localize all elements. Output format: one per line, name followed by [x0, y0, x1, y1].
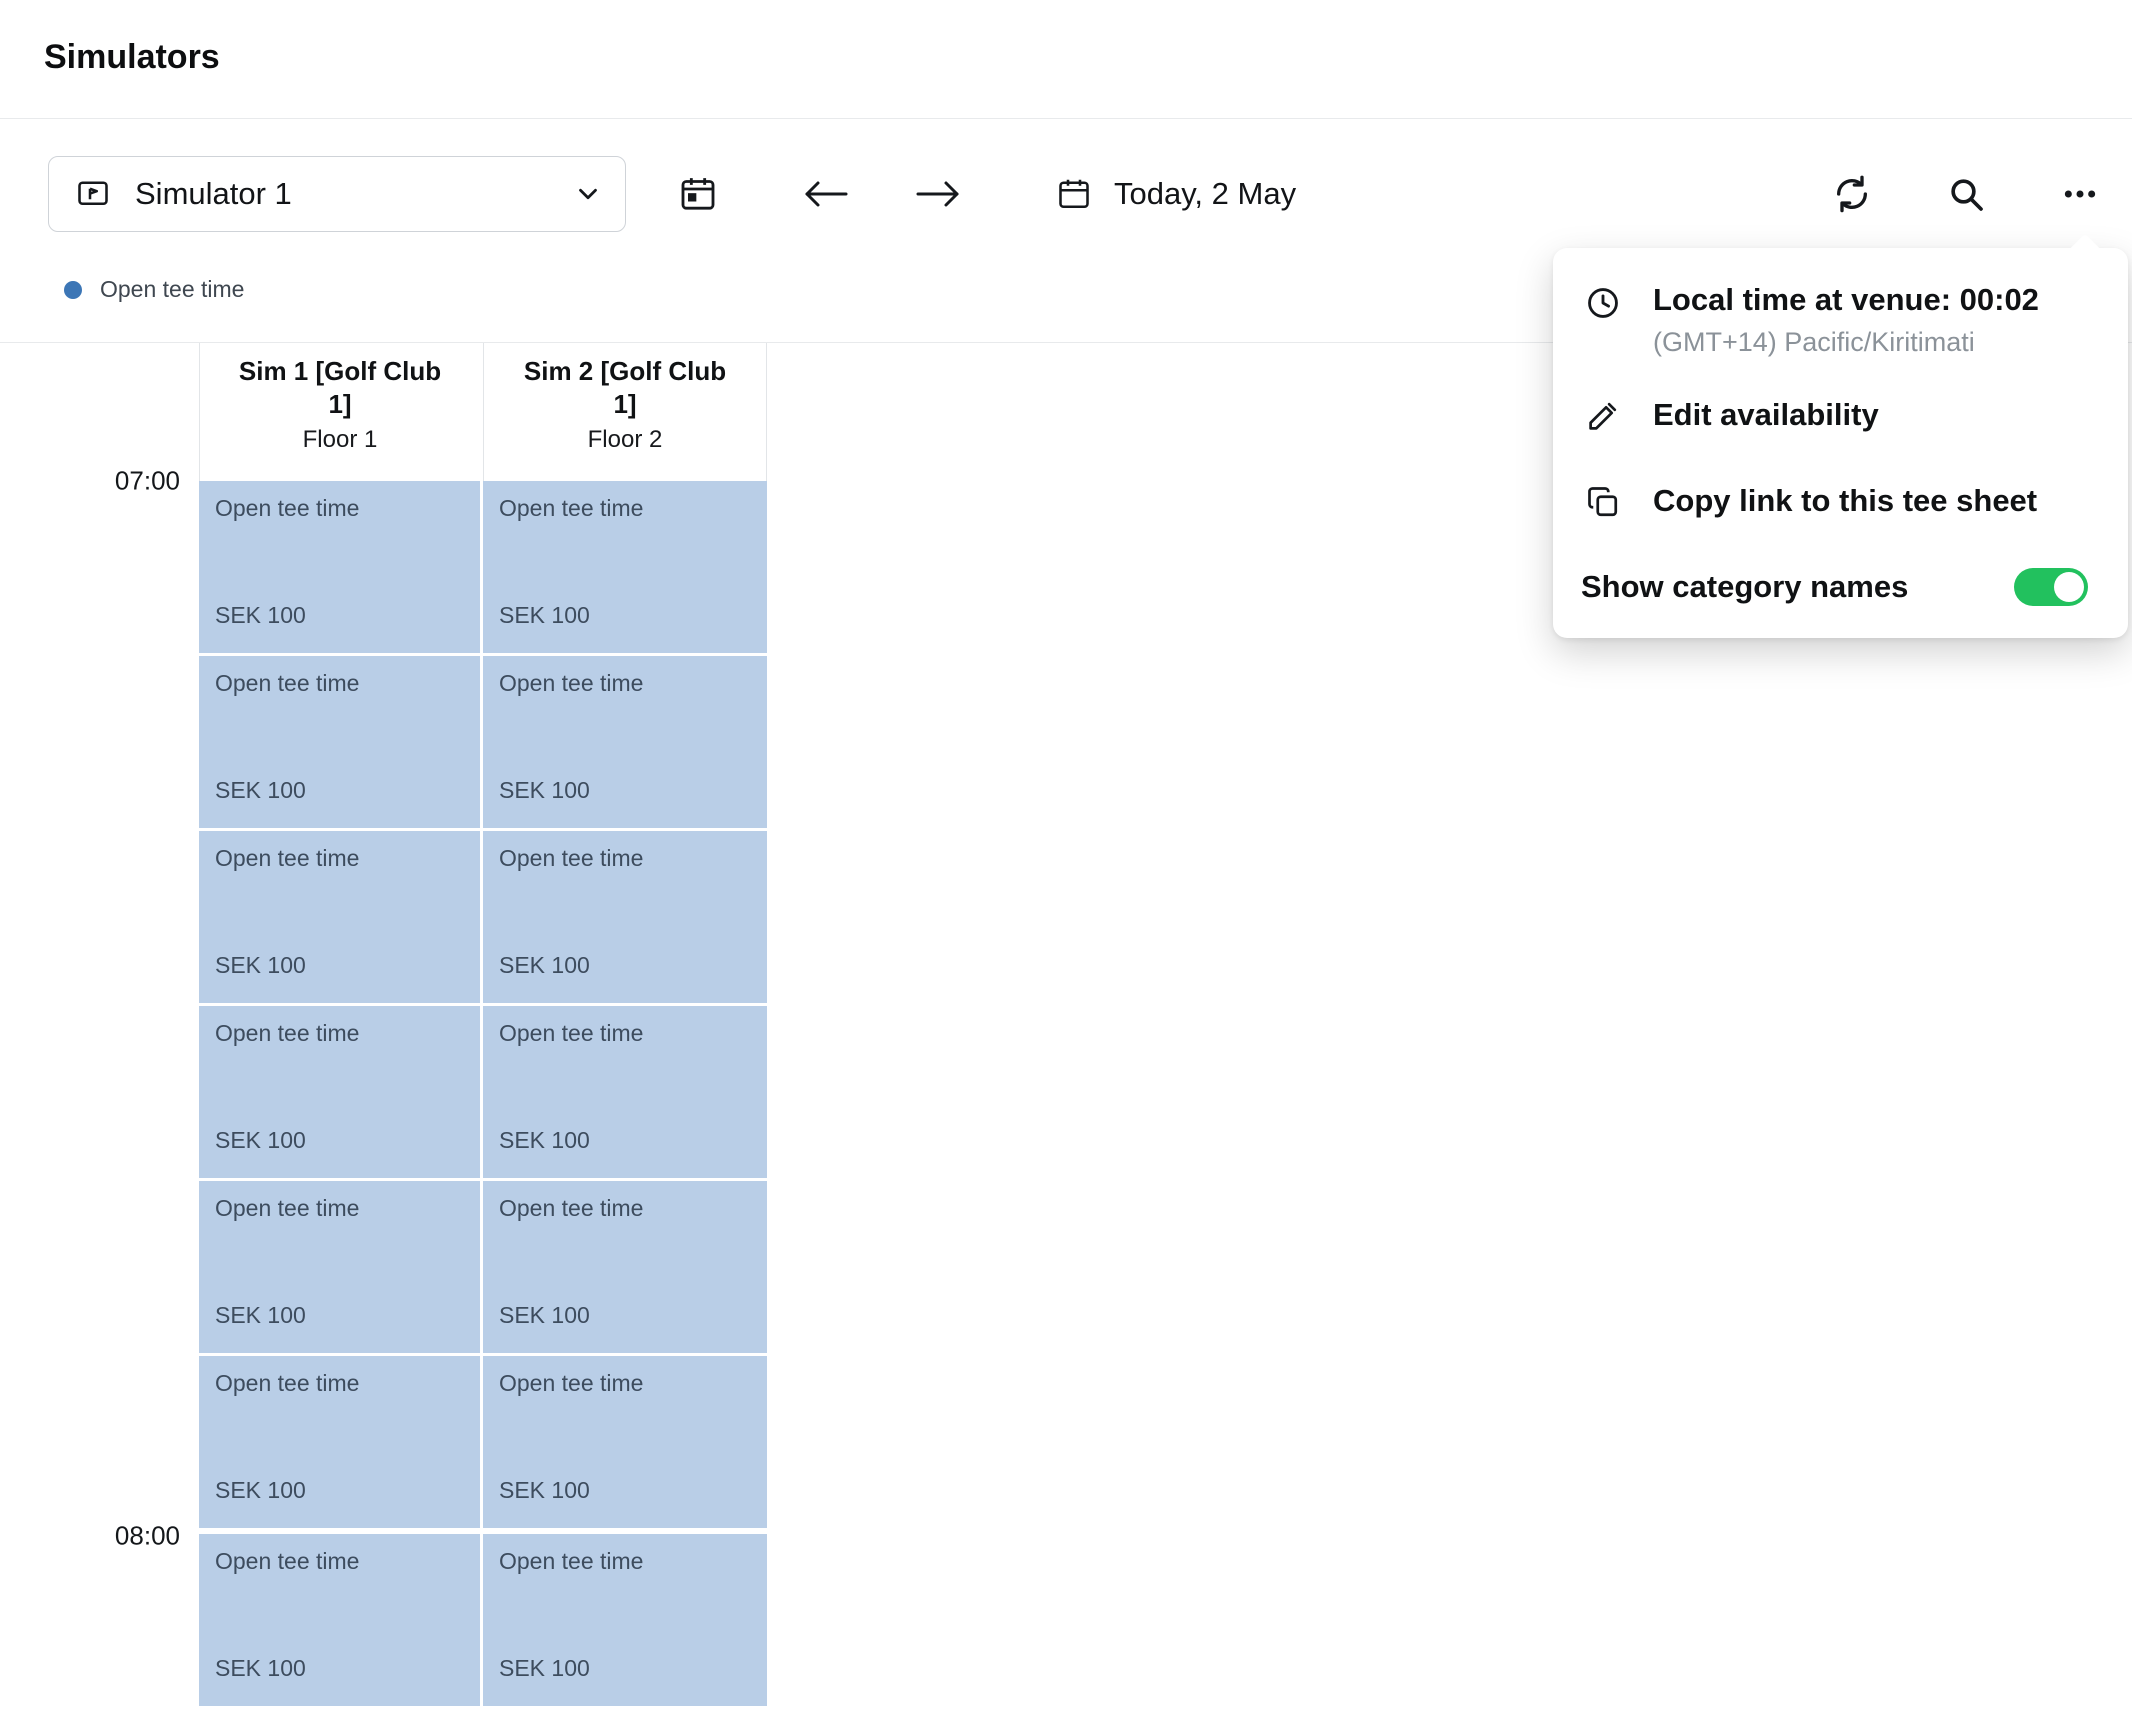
search-icon: [1946, 174, 1986, 214]
open-tee-time-slot[interactable]: Open tee time SEK 100: [483, 656, 767, 828]
sheet-column: Sim 1 [Golf Club 1] Floor 1 Open tee time S…: [199, 343, 480, 1709]
slot-price: SEK 100: [215, 952, 306, 979]
open-tee-time-slot[interactable]: Open tee time SEK 100: [199, 656, 480, 828]
slot-price: SEK 100: [499, 1477, 590, 1504]
toolbar-right: [1824, 162, 2108, 226]
open-tee-time-slot[interactable]: Open tee time SEK 100: [483, 1181, 767, 1353]
open-tee-time-slot[interactable]: Open tee time SEK 100: [483, 481, 767, 653]
chevron-down-icon: [573, 179, 603, 209]
local-time-row: Local time at venue: 00:02 (GMT+14) Paci…: [1581, 268, 2088, 372]
date-display[interactable]: Today, 2 May: [1056, 176, 1296, 212]
slot-label: Open tee time: [215, 1370, 359, 1397]
column-header: Sim 1 [Golf Club 1] Floor 1: [199, 343, 480, 481]
column-title: Sim 2 [Golf Club 1]: [484, 355, 766, 421]
copy-icon: [1581, 482, 1625, 520]
date-label: Today, 2 May: [1114, 176, 1296, 212]
calendar-today-icon: [678, 174, 718, 214]
local-time-text: Local time at venue: 00:02 (GMT+14) Paci…: [1653, 282, 2039, 358]
column-title: Sim 1 [Golf Club 1]: [200, 355, 480, 421]
refresh-button[interactable]: [1824, 162, 1880, 226]
slot-price: SEK 100: [499, 1302, 590, 1329]
slot-price: SEK 100: [215, 777, 306, 804]
time-label: 07:00: [115, 466, 180, 497]
toolbar: Simulator 1: [0, 119, 2132, 269]
page-title: Simulators: [44, 38, 220, 77]
slot-label: Open tee time: [215, 1195, 359, 1222]
search-button[interactable]: [1938, 162, 1994, 226]
slot-price: SEK 100: [499, 602, 590, 629]
options-menu: Local time at venue: 00:02 (GMT+14) Paci…: [1553, 248, 2128, 638]
column-body: Open tee time SEK 100 Open tee time SEK 100…: [199, 481, 480, 1706]
slot-label: Open tee time: [215, 1548, 359, 1575]
column-subtitle: Floor 2: [484, 426, 766, 454]
slot-label: Open tee time: [499, 1195, 643, 1222]
refresh-icon: [1832, 174, 1872, 214]
show-category-names-toggle[interactable]: [2014, 568, 2088, 606]
column-body: Open tee time SEK 100 Open tee time SEK 100…: [483, 481, 767, 1706]
pencil-icon: [1581, 396, 1625, 434]
ellipsis-icon: [2060, 174, 2100, 214]
simulator-select-value: Simulator 1: [135, 176, 549, 212]
slot-label: Open tee time: [215, 670, 359, 697]
show-category-names-row: Show category names: [1581, 558, 2088, 606]
slot-label: Open tee time: [215, 1020, 359, 1047]
simulator-select[interactable]: Simulator 1: [48, 156, 626, 232]
open-tee-time-slot[interactable]: Open tee time SEK 100: [199, 1356, 480, 1528]
slot-price: SEK 100: [215, 1655, 306, 1682]
open-tee-time-slot[interactable]: Open tee time SEK 100: [199, 481, 480, 653]
tee-sheet-grid: 07:00 08:00 Sim 1 [Golf Club 1]Floor 1Op…: [0, 343, 767, 1709]
open-tee-time-slot[interactable]: Open tee time SEK 100: [483, 1534, 767, 1706]
slot-price: SEK 100: [215, 1477, 306, 1504]
slot-price: SEK 100: [499, 1655, 590, 1682]
legend-label: Open tee time: [100, 276, 244, 303]
column-subtitle: Floor 1: [200, 426, 480, 454]
slot-label: Open tee time: [215, 845, 359, 872]
local-time-subtitle: (GMT+14) Pacific/Kiritimati: [1653, 327, 2039, 358]
legend-dot: [64, 281, 82, 299]
slot-label: Open tee time: [215, 495, 359, 522]
calendar-today-button[interactable]: [670, 162, 726, 226]
sheet-columns: Sim 1 [Golf Club 1]Floor 1Open tee timeS…: [199, 343, 767, 1709]
local-time-title: Local time at venue: 00:02: [1653, 282, 2039, 318]
slot-price: SEK 100: [499, 777, 590, 804]
open-tee-time-slot[interactable]: Open tee time SEK 100: [199, 831, 480, 1003]
open-tee-time-slot[interactable]: Open tee time SEK 100: [199, 1534, 480, 1706]
time-label: 08:00: [115, 1521, 180, 1552]
next-day-button[interactable]: [904, 162, 972, 226]
calendar-icon: [1056, 176, 1092, 212]
open-tee-time-slot[interactable]: Open tee time SEK 100: [199, 1006, 480, 1178]
arrow-left-icon: [800, 176, 852, 212]
simulator-icon: [75, 176, 111, 212]
slot-price: SEK 100: [215, 602, 306, 629]
legend: Open tee time: [64, 276, 244, 303]
open-tee-time-slot[interactable]: Open tee time SEK 100: [483, 831, 767, 1003]
menu-item-edit-availability[interactable]: Edit availability: [1581, 372, 2088, 458]
menu-item-copy-link[interactable]: Copy link to this tee sheet: [1581, 458, 2088, 544]
menu-item-label: Copy link to this tee sheet: [1653, 483, 2037, 519]
open-tee-time-slot[interactable]: Open tee time SEK 100: [483, 1356, 767, 1528]
clock-icon: [1581, 282, 1625, 322]
slot-price: SEK 100: [499, 952, 590, 979]
menu-item-label: Edit availability: [1653, 397, 1879, 433]
open-tee-time-slot[interactable]: Open tee time SEK 100: [199, 1181, 480, 1353]
page-header: Simulators: [0, 0, 2132, 119]
toggle-knob: [2054, 572, 2084, 602]
slot-label: Open tee time: [499, 670, 643, 697]
time-gutter: 07:00 08:00: [0, 343, 199, 1709]
slot-price: SEK 100: [215, 1127, 306, 1154]
slot-label: Open tee time: [499, 1548, 643, 1575]
slot-label: Open tee time: [499, 1020, 643, 1047]
slot-label: Open tee time: [499, 845, 643, 872]
slot-label: Open tee time: [499, 495, 643, 522]
slot-price: SEK 100: [215, 1302, 306, 1329]
open-tee-time-slot[interactable]: Open tee time SEK 100: [483, 1006, 767, 1178]
toggle-label: Show category names: [1581, 569, 1908, 605]
prev-day-button[interactable]: [792, 162, 860, 226]
slot-label: Open tee time: [499, 1370, 643, 1397]
slot-price: SEK 100: [499, 1127, 590, 1154]
arrow-right-icon: [912, 176, 964, 212]
column-header: Sim 2 [Golf Club 1] Floor 2: [483, 343, 767, 481]
sheet-column: Sim 2 [Golf Club 1] Floor 2 Open tee time S…: [483, 343, 767, 1709]
more-options-button[interactable]: [2052, 162, 2108, 226]
